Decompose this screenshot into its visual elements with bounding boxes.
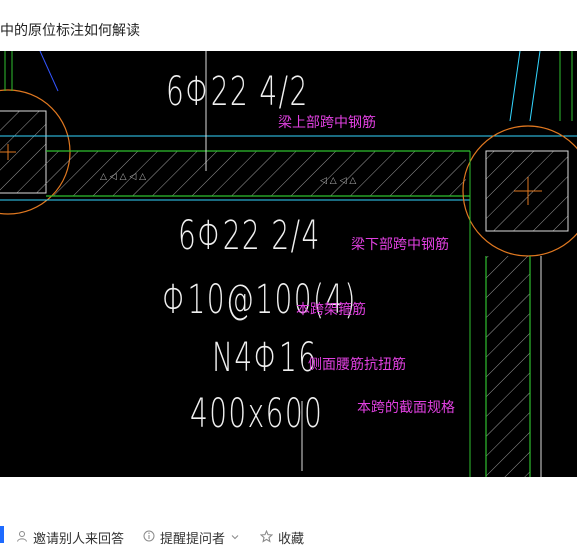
page-title: 中的原位标注如何解读 — [0, 23, 140, 39]
annotation-side-rebar: 侧面腰筋抗扭筋 — [308, 357, 406, 373]
favorite-button[interactable]: 收藏 — [259, 528, 305, 547]
top-rebar-text: 6Φ22 4/2 — [166, 69, 309, 115]
annotation-section: 本跨的截面规格 — [357, 400, 455, 416]
section-text: 400x600 — [190, 391, 324, 437]
cad-drawing: △ ◁ △ ◁ △ ◁ △ ◁ △ 6Φ22 4/2 6Φ22 2/4 Φ10@… — [0, 51, 577, 477]
svg-text:△ ◁ △ ◁ △: △ ◁ △ ◁ △ — [100, 172, 146, 182]
chevron-down-icon — [230, 531, 240, 545]
remind-asker-label: 提醒提问者 — [160, 532, 226, 547]
remind-asker-button[interactable]: 提醒提问者 — [143, 528, 240, 547]
annotation-stirrup: 本跨架箍筋 — [296, 302, 366, 318]
action-accent-bar — [0, 526, 4, 543]
annotation-bottom-rebar: 梁下部跨中钢筋 — [351, 237, 449, 253]
bottom-rebar-text: 6Φ22 2/4 — [178, 213, 321, 259]
invite-answer-label: 邀请别人来回答 — [33, 532, 125, 547]
favorite-label: 收藏 — [278, 532, 305, 547]
invite-answer-button[interactable]: 邀请别人来回答 — [16, 528, 124, 547]
svg-text:◁ △ ◁ △: ◁ △ ◁ △ — [320, 176, 356, 186]
right-column — [462, 51, 577, 477]
action-bar: 邀请别人来回答 提醒提问者 收藏 — [0, 522, 577, 547]
annotation-top-rebar: 梁上部跨中钢筋 — [278, 115, 376, 131]
side-rebar-text: N4Φ16 — [212, 335, 318, 381]
star-icon — [259, 529, 274, 546]
